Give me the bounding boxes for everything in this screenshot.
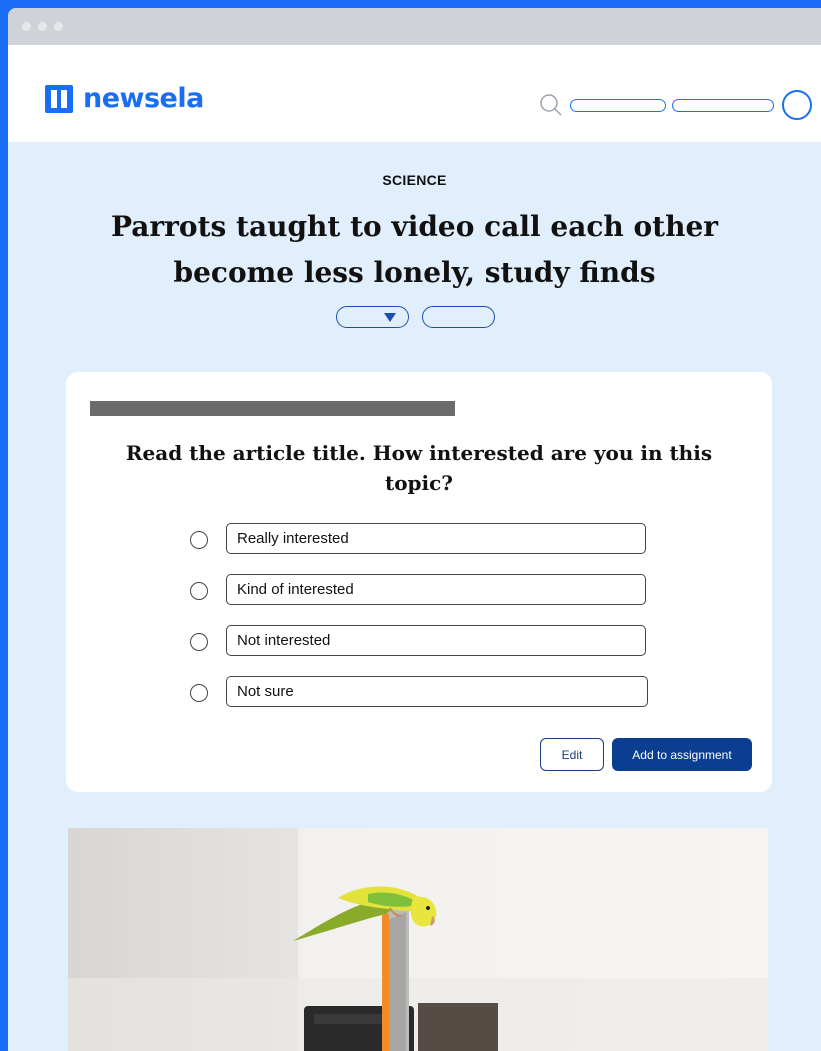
logo-text: newsela [83, 83, 204, 114]
option-radio-not-interested[interactable] [190, 633, 208, 651]
option-radio-not-sure[interactable] [190, 684, 208, 702]
option-not-interested[interactable]: Not interested [226, 625, 646, 656]
option-really-interested[interactable]: Really interested [226, 523, 646, 554]
option-kind-of-interested[interactable]: Kind of interested [226, 574, 646, 605]
article-image [68, 828, 768, 1051]
article-title: Parrots taught to video call each other … [110, 210, 719, 289]
profile-circle-icon[interactable] [782, 90, 812, 120]
window-dot-close[interactable] [22, 22, 31, 31]
question-prompt: Read the article title. How interested a… [125, 441, 713, 495]
option-radio-kind-of-interested[interactable] [190, 582, 208, 600]
newsela-logo[interactable]: newsela [45, 83, 204, 114]
article-category: SCIENCE [382, 172, 447, 188]
secondary-pill-button[interactable] [422, 306, 495, 328]
logo-mark-icon [45, 84, 73, 113]
browser-window: newsela SCIENCE Parrots taught to video … [8, 8, 821, 1051]
add-to-assignment-button[interactable]: Add to assignment [612, 738, 752, 771]
level-dropdown-button[interactable] [336, 306, 409, 328]
question-card: Read the article title. How interested a… [66, 372, 772, 792]
header-tools [538, 85, 812, 121]
nav-placeholder-pill-1[interactable] [570, 99, 666, 112]
option-not-sure[interactable]: Not sure [226, 676, 648, 707]
chevron-down-icon [384, 313, 396, 322]
card-placeholder-bar [90, 401, 455, 416]
nav-placeholder-pill-2[interactable] [672, 99, 774, 112]
window-titlebar [8, 8, 821, 45]
window-dot-minimize[interactable] [38, 22, 47, 31]
window-dot-maximize[interactable] [54, 22, 63, 31]
edit-button[interactable]: Edit [540, 738, 604, 771]
site-header: newsela [8, 45, 821, 142]
option-radio-really-interested[interactable] [190, 531, 208, 549]
search-icon[interactable] [538, 93, 568, 117]
parakeet-photo [68, 828, 768, 1051]
